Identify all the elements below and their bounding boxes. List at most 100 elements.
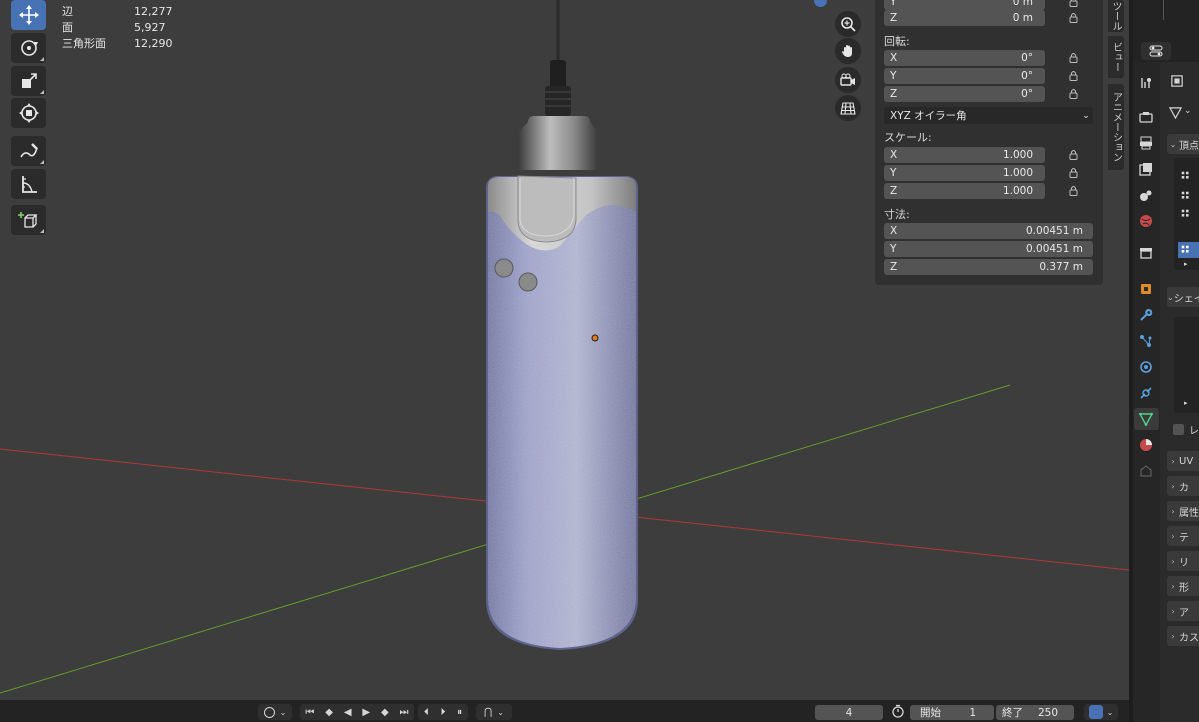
lock-icon[interactable] (1069, 149, 1078, 160)
panel-geometry-data[interactable]: › 形 (1167, 576, 1199, 596)
tab-view[interactable]: ビュー (1108, 36, 1124, 78)
lock-icon[interactable] (1069, 185, 1078, 196)
tab-animation[interactable]: アニメーション (1108, 84, 1124, 170)
view-layer-icon[interactable] (1139, 162, 1153, 176)
world-icon[interactable] (1139, 214, 1153, 228)
pause-icon[interactable]: ⏸ (457, 707, 462, 718)
stat-faces: 面 5,927 (62, 20, 194, 36)
snap-dropdown[interactable]: ⋂ ⌄ (476, 704, 512, 720)
tool-settings-icon[interactable] (1139, 76, 1153, 90)
annotate-tool[interactable] (11, 136, 46, 166)
shape-key-list[interactable]: ▸ (1174, 317, 1199, 413)
stopwatch-icon[interactable] (891, 704, 905, 718)
collection-icon[interactable] (1139, 246, 1153, 260)
location-z-field[interactable]: Z 0 m (884, 10, 1045, 26)
view-options-dropdown[interactable]: ⌄ (1084, 704, 1118, 720)
prev-marker-icon[interactable]: ⏴ (424, 707, 429, 718)
panel-shape-keys[interactable]: ⌄ シェイプキー (1167, 287, 1199, 307)
list-item[interactable] (1180, 190, 1199, 204)
measure-tool[interactable] (11, 169, 46, 199)
relative-checkbox-row[interactable]: レ (1173, 421, 1199, 437)
camera-view-button[interactable] (835, 67, 861, 93)
perspective-toggle[interactable] (835, 95, 861, 121)
move-tool[interactable] (11, 0, 46, 30)
jump-start-icon[interactable]: ⏮ (305, 707, 314, 718)
rotation-y-field[interactable]: Y 0° (884, 68, 1045, 84)
play-reverse-icon[interactable]: ◀ (344, 707, 352, 718)
panel-title: UV (1179, 455, 1194, 467)
scale-y-field[interactable]: Y 1.000 (884, 165, 1045, 181)
editor-type-dropdown[interactable] (1141, 42, 1171, 60)
rotation-x-field[interactable]: X 0° (884, 50, 1045, 66)
dimensions-x-field[interactable]: X 0.00451 m (884, 223, 1093, 239)
lock-icon[interactable] (1069, 12, 1078, 23)
physics-icon[interactable] (1139, 360, 1153, 374)
next-keyframe-icon[interactable]: ◆ (381, 707, 389, 718)
checkbox[interactable] (1173, 423, 1184, 435)
material-icon[interactable] (1139, 438, 1153, 452)
field-value: 0.377 m (1039, 261, 1083, 273)
timeline-header: ⌄ ⏮ ◆ ◀ ▶ ◆ ⏭ ⏴ ⏵ ⏸ ⋂ ⌄ 4 開始 1 終了 250 ⌄ (0, 700, 1129, 722)
constraints-icon[interactable] (1139, 386, 1153, 400)
jump-end-icon[interactable]: ⏭ (400, 707, 409, 718)
end-label: 終了 (1002, 707, 1023, 719)
panel-remesh[interactable]: › リ (1167, 551, 1199, 571)
scene-icon[interactable] (1139, 188, 1153, 202)
panel-vertex-groups[interactable]: ⌄ 頂点 (1167, 134, 1199, 154)
next-marker-icon[interactable]: ⏵ (440, 707, 445, 718)
lock-icon[interactable] (1069, 70, 1078, 81)
scale-label: スケール: (884, 131, 932, 144)
axis-label: X (890, 225, 898, 237)
end-frame-field[interactable]: 終了 250 (996, 705, 1074, 720)
modifier-wrench-icon[interactable] (1139, 308, 1153, 322)
rotate-tool[interactable] (11, 33, 46, 63)
transform-tool[interactable] (11, 98, 46, 128)
panel-color-attributes[interactable]: › カ (1167, 476, 1199, 496)
play-icon[interactable]: ▶ (362, 707, 370, 718)
prev-keyframe-icon[interactable]: ◆ (325, 707, 333, 718)
tab-tool[interactable]: ツール (1108, 0, 1124, 32)
panel-uv-maps[interactable]: › UV (1167, 451, 1199, 471)
panel-attributes[interactable]: › 属性 (1167, 501, 1199, 521)
mesh-selector[interactable]: ⌄ (1167, 104, 1199, 122)
current-frame-field[interactable]: 4 (815, 705, 883, 720)
lock-icon[interactable] (1069, 0, 1078, 7)
lock-icon[interactable] (1069, 88, 1078, 99)
lock-icon[interactable] (1069, 52, 1078, 63)
list-item-selected[interactable] (1178, 242, 1199, 258)
panel-custom-properties[interactable]: › カス (1167, 626, 1199, 646)
add-cube-tool[interactable] (11, 205, 46, 235)
list-item[interactable] (1180, 208, 1199, 222)
panel-texture-space[interactable]: › テ (1167, 526, 1199, 546)
rotation-mode-dropdown[interactable]: XYZ オイラー角 ⌄ (884, 107, 1093, 124)
render-icon[interactable] (1139, 110, 1153, 124)
keying-dropdown[interactable]: ⌄ (258, 704, 292, 720)
stat-label: 三角形面 (62, 37, 106, 50)
start-frame-field[interactable]: 開始 1 (910, 705, 994, 720)
chevron-right-icon: › (1171, 456, 1175, 466)
pan-button[interactable] (835, 38, 861, 64)
location-y-field[interactable]: Y 0 m (884, 0, 1045, 10)
vertex-group-list[interactable]: ▸ (1174, 158, 1199, 270)
list-item[interactable] (1180, 170, 1199, 184)
mesh-data-icon[interactable] (1138, 412, 1154, 427)
3d-viewport[interactable]: 辺 12,277 面 5,927 三角形面 12,290 Y 0 m Z 0 m… (0, 0, 1129, 700)
texture-icon[interactable] (1139, 464, 1153, 478)
lock-icon[interactable] (1069, 167, 1078, 178)
mic-button-2 (518, 272, 538, 292)
rotation-z-field[interactable]: Z 0° (884, 86, 1045, 102)
chevron-right-icon: › (1171, 506, 1175, 516)
particles-icon[interactable] (1139, 334, 1153, 348)
zoom-button[interactable] (835, 11, 861, 37)
output-icon[interactable] (1139, 136, 1153, 150)
scale-x-field[interactable]: X 1.000 (884, 147, 1045, 163)
dimensions-z-field[interactable]: Z 0.377 m (884, 259, 1093, 275)
panel-animation[interactable]: › ア (1167, 601, 1199, 621)
scale-z-field[interactable]: Z 1.000 (884, 183, 1045, 199)
dimensions-y-field[interactable]: Y 0.00451 m (884, 241, 1093, 257)
scale-tool[interactable] (11, 66, 46, 96)
field-value: 0.00451 m (1026, 243, 1083, 255)
stat-value: 5,927 (134, 21, 166, 34)
rotate-icon (20, 40, 38, 56)
object-icon[interactable] (1139, 282, 1153, 296)
